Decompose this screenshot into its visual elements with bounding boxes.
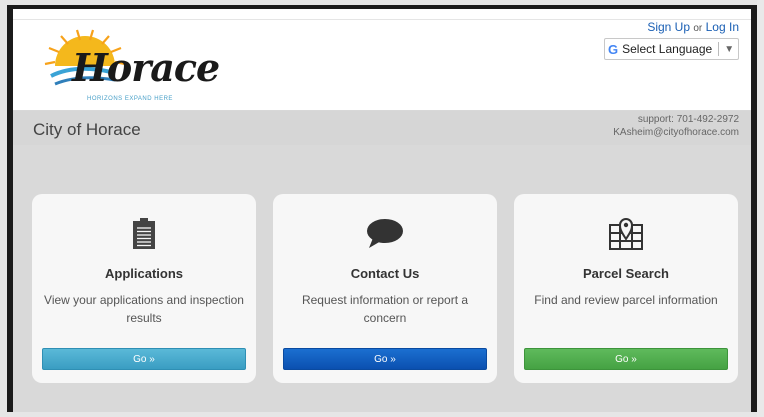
google-icon: G xyxy=(608,41,619,57)
dropdown-arrow-icon: ▼ xyxy=(724,43,735,55)
page-title: City of Horace xyxy=(33,120,141,139)
logo-wordmark: Horace xyxy=(72,45,220,90)
or-label: or xyxy=(693,23,703,34)
contact-us-go-button[interactable]: Go » xyxy=(283,348,487,370)
card-description: View your applications and inspection re… xyxy=(44,293,244,325)
card-title: Contact Us xyxy=(350,266,420,281)
sign-up-link[interactable]: Sign Up xyxy=(647,20,690,34)
clipboard-icon xyxy=(124,214,164,254)
log-in-link[interactable]: Log In xyxy=(706,20,739,34)
support-info: support: 701-492-2972 KAsheim@cityofhora… xyxy=(613,113,739,139)
page: Horace HORIZONS EXPAND HERE Sign Up or L… xyxy=(13,9,751,412)
horace-logo[interactable]: Horace HORIZONS EXPAND HERE xyxy=(27,26,220,106)
applications-card: Applications View your applications and … xyxy=(32,194,256,383)
contact-us-card: Contact Us Request information or report… xyxy=(273,194,497,383)
logo-tagline: HORIZONS EXPAND HERE xyxy=(87,96,173,102)
card-title: Applications xyxy=(104,266,183,281)
applications-go-button[interactable]: Go » xyxy=(42,348,246,370)
page-margin xyxy=(757,0,764,417)
speech-bubble-icon xyxy=(365,214,405,254)
main-content: Applications View your applications and … xyxy=(13,145,751,412)
support-email[interactable]: KAsheim@cityofhorace.com xyxy=(613,126,739,139)
card-description: Find and review parcel information xyxy=(534,293,718,307)
auth-links: Sign Up or Log In xyxy=(647,20,739,34)
parcel-search-card: Parcel Search Find and review parcel inf… xyxy=(514,194,738,383)
title-bar: City of Horace support: 701-492-2972 KAs… xyxy=(13,111,751,146)
map-pin-icon xyxy=(606,214,646,254)
site-header: Horace HORIZONS EXPAND HERE Sign Up or L… xyxy=(13,20,751,111)
select-divider xyxy=(718,42,720,56)
parcel-search-go-button[interactable]: Go » xyxy=(524,348,728,370)
language-select-label: Select Language xyxy=(622,42,713,56)
top-strip xyxy=(13,9,751,20)
card-description: Request information or report a concern xyxy=(301,293,469,325)
card-title: Parcel Search xyxy=(582,266,669,281)
support-phone: support: 701-492-2972 xyxy=(637,114,739,125)
language-select[interactable]: G Select Language ▼ xyxy=(604,38,739,60)
